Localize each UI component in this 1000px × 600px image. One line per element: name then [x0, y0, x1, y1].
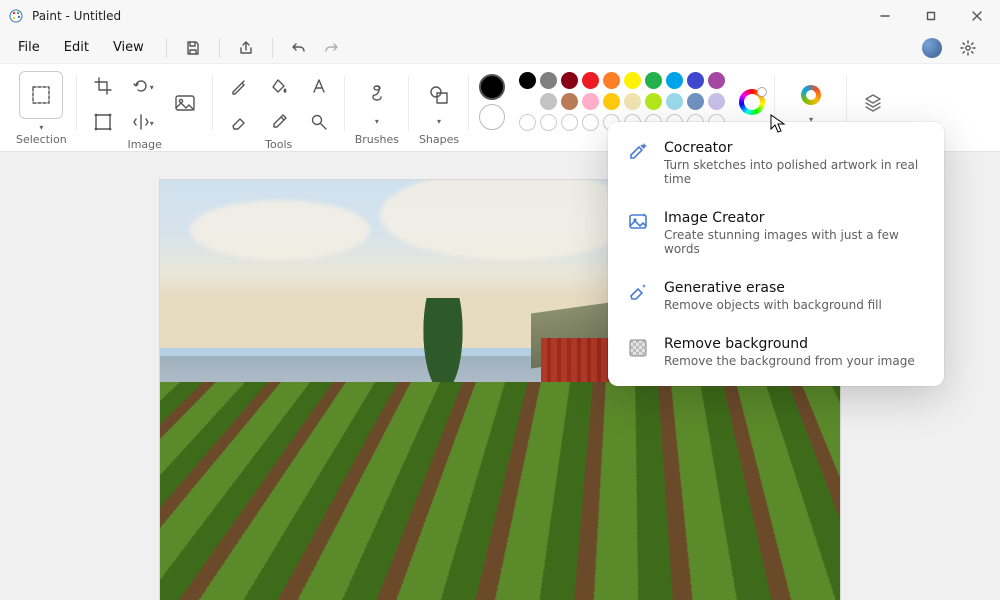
group-label-shapes: Shapes — [419, 133, 459, 149]
flip-tool[interactable]: ▾ — [127, 106, 159, 138]
dd-desc: Remove objects with background fill — [664, 298, 882, 312]
color-swatch[interactable] — [603, 72, 620, 89]
menubar: File Edit View — [0, 32, 1000, 64]
color-swatch[interactable] — [519, 93, 536, 110]
color-picker-tool[interactable] — [263, 106, 295, 138]
color-swatch[interactable] — [687, 93, 704, 110]
color-swatch[interactable] — [561, 93, 578, 110]
menu-edit[interactable]: Edit — [52, 36, 101, 59]
dd-title: Image Creator — [664, 210, 926, 226]
copilot-button[interactable] — [795, 79, 827, 111]
copilot-icon — [801, 85, 821, 105]
group-label-brushes: Brushes — [355, 133, 399, 149]
color-swatch-empty[interactable] — [540, 114, 557, 131]
layers-button[interactable] — [857, 86, 889, 118]
group-tools: Tools — [213, 64, 345, 151]
minimize-button[interactable] — [862, 0, 908, 32]
dd-title: Cocreator — [664, 140, 926, 156]
color-swatch[interactable] — [540, 72, 557, 89]
dd-title: Remove background — [664, 336, 915, 352]
color-swatch[interactable] — [582, 93, 599, 110]
color-swatch[interactable] — [603, 93, 620, 110]
dd-desc: Turn sketches into polished artwork in r… — [664, 158, 926, 186]
save-button[interactable] — [179, 34, 207, 62]
color-swatch[interactable] — [687, 72, 704, 89]
color-swatch[interactable] — [624, 72, 641, 89]
color-swatch[interactable] — [645, 93, 662, 110]
undo-button[interactable] — [285, 34, 313, 62]
menu-view[interactable]: View — [101, 36, 156, 59]
color-swatch[interactable] — [624, 93, 641, 110]
color-swatch[interactable] — [540, 93, 557, 110]
group-selection: ▾ Selection — [6, 64, 77, 151]
select-tool[interactable] — [19, 71, 63, 119]
color-swatch[interactable] — [519, 72, 536, 89]
paint-app-icon — [8, 8, 24, 24]
color-swatch-empty[interactable] — [561, 114, 578, 131]
resize-tool[interactable] — [87, 106, 119, 138]
text-tool[interactable] — [303, 70, 335, 102]
menu-file[interactable]: File — [6, 36, 52, 59]
copilot-dropdown: Cocreator Turn sketches into polished ar… — [608, 122, 944, 386]
share-button[interactable] — [232, 34, 260, 62]
titlebar: Paint - Untitled — [0, 0, 1000, 32]
copilot-menu-cocreator[interactable]: Cocreator Turn sketches into polished ar… — [608, 128, 944, 198]
cocreator-icon — [626, 140, 650, 164]
copilot-menu-remove-background[interactable]: Remove background Remove the background … — [608, 324, 944, 380]
eraser-tool[interactable] — [223, 106, 255, 138]
redo-button[interactable] — [317, 34, 345, 62]
crop-tool[interactable] — [87, 70, 119, 102]
color-swatch[interactable] — [561, 72, 578, 89]
edit-colors-button[interactable] — [739, 89, 765, 115]
magnifier-tool[interactable] — [303, 106, 335, 138]
generative-erase-icon — [626, 280, 650, 304]
remove-background-icon — [626, 336, 650, 360]
copilot-menu-generative-erase[interactable]: Generative erase Remove objects with bac… — [608, 268, 944, 324]
dd-desc: Create stunning images with just a few w… — [664, 228, 926, 256]
pencil-tool[interactable] — [223, 70, 255, 102]
chevron-down-icon: ▾ — [437, 117, 441, 126]
image-creator-icon — [626, 210, 650, 234]
dd-title: Generative erase — [664, 280, 882, 296]
copilot-menu-image-creator[interactable]: Image Creator Create stunning images wit… — [608, 198, 944, 268]
chevron-down-icon: ▾ — [39, 123, 43, 132]
group-label-tools: Tools — [265, 138, 292, 151]
color-swatch-empty[interactable] — [519, 114, 536, 131]
color-swatch[interactable] — [708, 93, 725, 110]
group-shapes: ▾ Shapes — [409, 64, 469, 151]
color-swatch[interactable] — [666, 72, 683, 89]
group-brushes: ▾ Brushes — [345, 64, 409, 151]
group-label-selection: Selection — [16, 133, 67, 149]
chevron-down-icon: ▾ — [375, 117, 379, 126]
color-swatch[interactable] — [582, 72, 599, 89]
color-swatch[interactable] — [708, 72, 725, 89]
maximize-button[interactable] — [908, 0, 954, 32]
window-title: Paint - Untitled — [32, 9, 121, 23]
shapes-tool[interactable] — [421, 77, 457, 113]
color-swatch[interactable] — [645, 72, 662, 89]
rotate-tool[interactable]: ▾ — [127, 70, 159, 102]
user-avatar[interactable] — [922, 38, 942, 58]
color-swatch[interactable] — [666, 93, 683, 110]
primary-color[interactable] — [479, 74, 505, 100]
group-image: ▾ ▾ Image — [77, 64, 213, 151]
secondary-color[interactable] — [479, 104, 505, 130]
fill-tool[interactable] — [263, 70, 295, 102]
color-swatch-empty[interactable] — [582, 114, 599, 131]
close-button[interactable] — [954, 0, 1000, 32]
settings-button[interactable] — [954, 34, 982, 62]
brushes-tool[interactable] — [359, 77, 395, 113]
dd-desc: Remove the background from your image — [664, 354, 915, 368]
image-import-tool[interactable] — [167, 86, 203, 122]
group-label-image: Image — [127, 138, 161, 151]
